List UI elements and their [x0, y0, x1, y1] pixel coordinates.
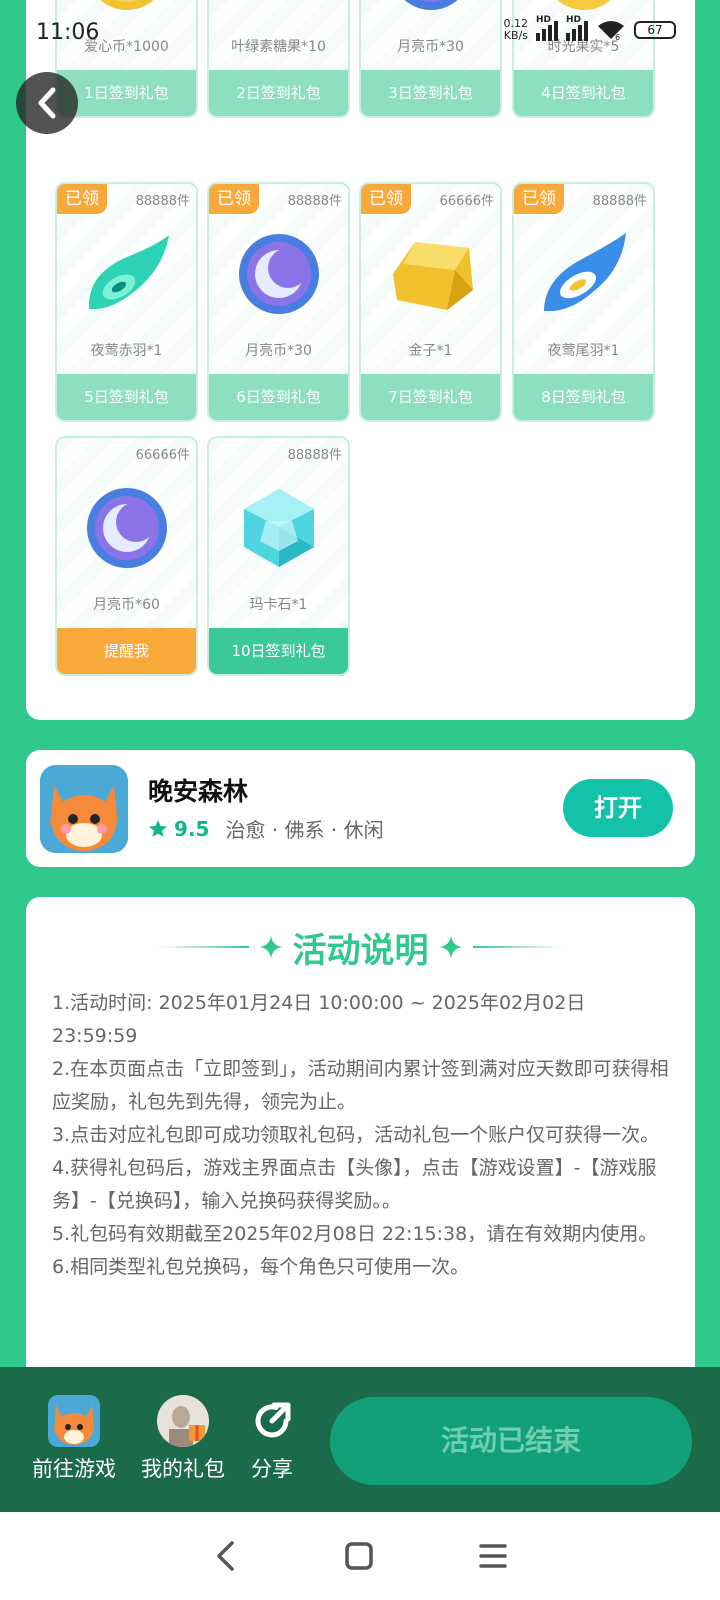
- sparkle-icon: [438, 935, 463, 959]
- go-to-game-button[interactable]: 前往游戏: [30, 1395, 118, 1483]
- gift-name: 玛卡石*1: [249, 597, 308, 613]
- signal-icon: HD: [536, 15, 558, 41]
- signal-hd-label: HD: [536, 15, 552, 25]
- chevron-left-icon: [38, 87, 56, 119]
- status-bar: 11:06 0.12 KB/s HD HD 6 67: [0, 0, 720, 70]
- wifi-icon: 6: [598, 21, 624, 41]
- star-icon: [149, 819, 167, 837]
- fox-app-icon: [40, 765, 128, 853]
- app-tags: 治愈 · 佛系 · 休闲: [225, 818, 384, 842]
- remind-me-button[interactable]: 提醒我: [57, 628, 196, 674]
- claimed-badge: 已领: [514, 184, 564, 214]
- gift-name: 夜莺尾羽*1: [547, 343, 620, 359]
- rules-card: 活动说明 1.活动时间: 2025年01月24日 10:00:00 ~ 2025…: [26, 897, 695, 1397]
- gift-card-day9[interactable]: 66666件 月亮币*60 提醒我: [55, 436, 198, 676]
- bottom-action-bar: 前往游戏 我的礼包 分享 活动已结束: [0, 1367, 720, 1512]
- battery-icon: 67: [634, 21, 676, 39]
- gift-claim-button[interactable]: 10日签到礼包: [209, 628, 348, 674]
- back-button[interactable]: [16, 72, 78, 134]
- nav-back-icon[interactable]: [212, 1540, 240, 1572]
- gift-quantity: 66666件: [439, 194, 494, 209]
- gift-card-day5[interactable]: 已领 88888件 夜莺赤羽*1 5日签到礼包: [55, 182, 198, 422]
- gift-claim-button[interactable]: 6日签到礼包: [209, 374, 348, 420]
- fox-game-icon: [48, 1395, 100, 1447]
- signal-icon-2: HD: [566, 15, 588, 41]
- gift-name: 月亮币*60: [93, 597, 160, 613]
- gift-claim-button[interactable]: 3日签到礼包: [361, 70, 500, 116]
- rule-line: 1.活动时间: 2025年01月24日 10:00:00 ~ 2025年02月0…: [52, 992, 586, 1047]
- gift-claim-button[interactable]: 5日签到礼包: [57, 374, 196, 420]
- rule-line: 6.相同类型礼包兑换码，每个角色只可使用一次。: [52, 1256, 470, 1278]
- gift-claim-button[interactable]: 2日签到礼包: [209, 70, 348, 116]
- moon-coin-icon: [209, 224, 348, 324]
- rule-line: 4.获得礼包码后，游戏主界面点击【头像】，点击【游戏设置】-【游戏服务】-【兑换…: [52, 1157, 657, 1212]
- divider: [472, 946, 563, 948]
- gift-card-day6[interactable]: 已领 88888件 月亮币*30 6日签到礼包: [207, 182, 350, 422]
- status-icons: 0.12 KB/s HD HD 6 67: [504, 15, 676, 42]
- claimed-badge: 已领: [209, 184, 259, 214]
- rule-line: 5.礼包码有效期截至2025年02月08日 22:15:38，请在有效期内使用。: [52, 1223, 658, 1245]
- network-speed: 0.12 KB/s: [504, 18, 529, 42]
- signal-hd-label-2: HD: [566, 15, 582, 25]
- sparkle-icon: [258, 935, 283, 959]
- divider: [158, 946, 249, 948]
- gift-name: 夜莺赤羽*1: [90, 343, 163, 359]
- gift-card-day10[interactable]: 88888件 玛卡石*1 10日签到礼包: [207, 436, 350, 676]
- gift-claim-button[interactable]: 4日签到礼包: [514, 70, 653, 116]
- gold-block-icon: [361, 224, 500, 324]
- claimed-badge: 已领: [57, 184, 107, 214]
- gift-claim-button[interactable]: 8日签到礼包: [514, 374, 653, 420]
- gift-name: 月亮币*30: [245, 343, 312, 359]
- rule-line: 3.点击对应礼包即可成功领取礼包码，活动礼包一个账户仅可获得一次。: [52, 1124, 660, 1146]
- nav-home-icon[interactable]: [344, 1541, 374, 1571]
- moon-coin-icon: [57, 478, 196, 578]
- share-button[interactable]: 分享: [244, 1395, 300, 1483]
- share-label: 分享: [251, 1457, 293, 1481]
- gift-claim-button[interactable]: 1日签到礼包: [57, 70, 196, 116]
- status-time: 11:06: [36, 20, 100, 45]
- gift-claim-button[interactable]: 7日签到礼包: [361, 374, 500, 420]
- system-nav-bar: [0, 1512, 720, 1600]
- rules-title: 活动说明: [292, 930, 429, 971]
- svg-text:6: 6: [615, 33, 620, 41]
- crystal-stone-icon: [209, 478, 348, 578]
- nightingale-feather-icon: [57, 224, 196, 324]
- rules-text: 1.活动时间: 2025年01月24日 10:00:00 ~ 2025年02月0…: [52, 987, 672, 1284]
- gift-name: 金子*1: [408, 343, 453, 359]
- gift-card-day7[interactable]: 已领 66666件 金子*1 7日签到礼包: [359, 182, 502, 422]
- game-app-card[interactable]: 晚安森林 9.5 治愈 · 佛系 · 休闲 打开: [26, 750, 695, 867]
- claimed-badge: 已领: [361, 184, 411, 214]
- gift-panel: 爱心币*1000 1日签到礼包 叶绿素糖果*10 2日签到礼包 月亮币*30 3…: [26, 0, 695, 720]
- my-gifts-button[interactable]: 我的礼包: [138, 1395, 228, 1483]
- gift-quantity: 88888件: [287, 448, 342, 463]
- gift-quantity: 88888件: [287, 194, 342, 209]
- my-gifts-label: 我的礼包: [141, 1457, 225, 1481]
- app-name: 晚安森林: [148, 777, 249, 806]
- activity-ended-button[interactable]: 活动已结束: [330, 1397, 692, 1485]
- open-app-button[interactable]: 打开: [563, 779, 673, 837]
- nav-menu-icon[interactable]: [478, 1542, 508, 1570]
- rule-line: 2.在本页面点击「立即签到」，活动期间内累计签到满对应天数即可获得相应奖励，礼包…: [52, 1058, 669, 1113]
- share-icon: [246, 1395, 298, 1447]
- network-speed-unit: KB/s: [503, 29, 528, 42]
- app-rating: 9.5 治愈 · 佛系 · 休闲: [148, 814, 384, 843]
- blue-feather-icon: [514, 224, 653, 324]
- gift-card-day8[interactable]: 已领 88888件 夜莺尾羽*1 8日签到礼包: [512, 182, 655, 422]
- gift-quantity: 88888件: [592, 194, 647, 209]
- gift-quantity: 66666件: [135, 448, 190, 463]
- avatar-gift-icon: [157, 1395, 209, 1447]
- rules-header: 活动说明: [26, 922, 695, 972]
- app-score: 9.5: [174, 816, 210, 841]
- go-to-game-label: 前往游戏: [32, 1457, 116, 1481]
- gift-quantity: 88888件: [135, 194, 190, 209]
